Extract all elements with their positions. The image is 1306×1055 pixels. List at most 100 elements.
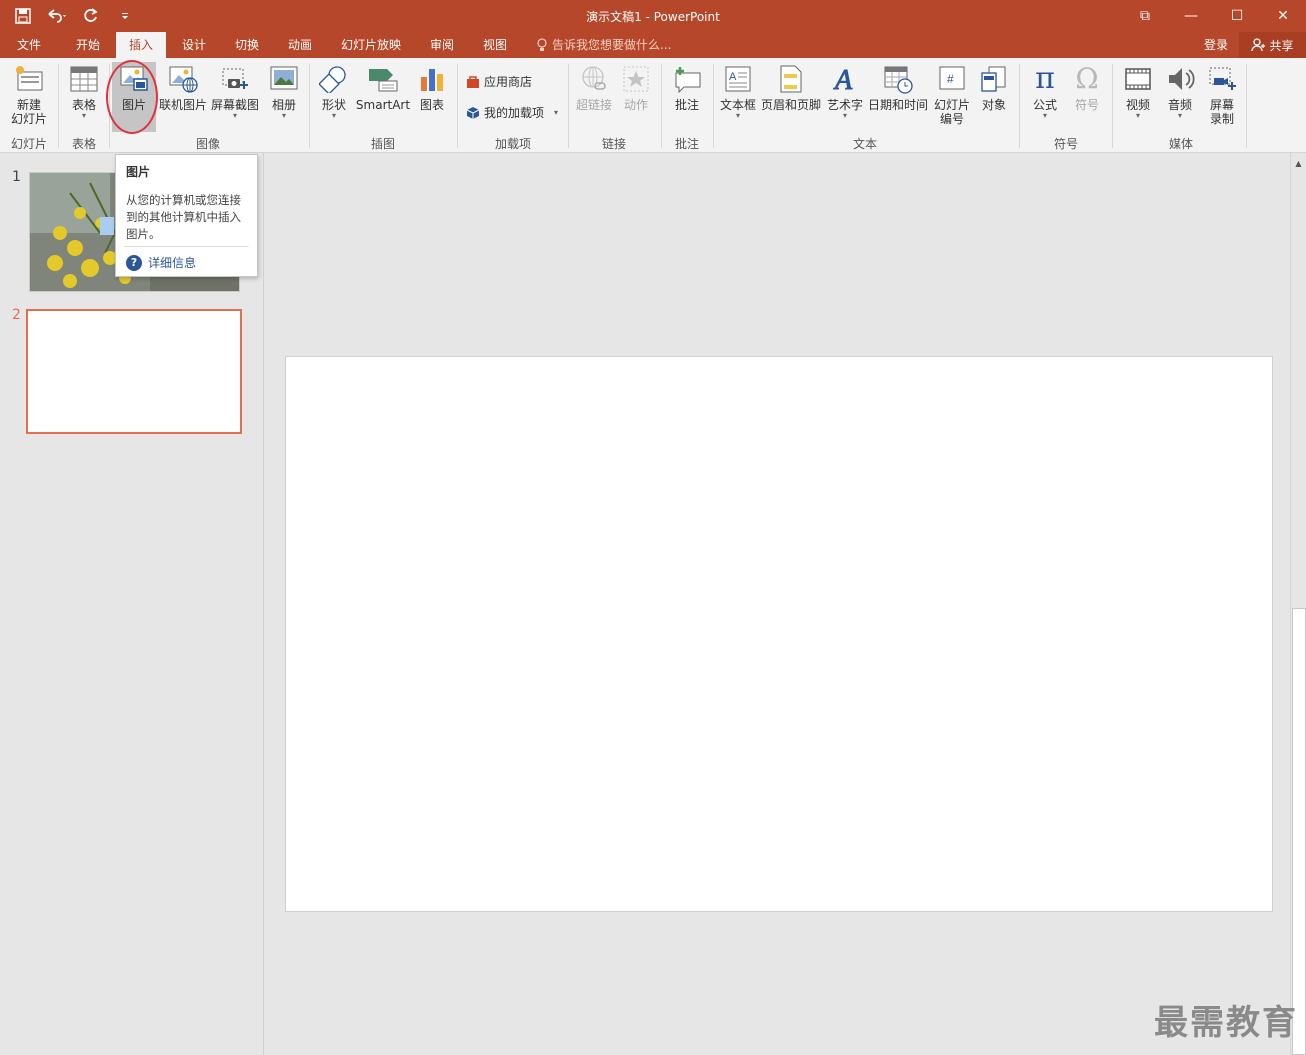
slide-thumbnail-2[interactable] (26, 309, 242, 434)
group-label-images: 图像 (195, 137, 220, 151)
action-button[interactable]: 动作 (616, 62, 656, 112)
tooltip-title: 图片 (126, 165, 151, 179)
symbol-label: 符号 (1074, 98, 1099, 112)
object-button[interactable]: 对象 (974, 62, 1014, 112)
smartart-button[interactable]: SmartArt (354, 62, 412, 112)
scrollbar-thumb[interactable] (1292, 608, 1306, 1055)
tooltip-more-info-link[interactable]: ? 详细信息 (126, 254, 196, 271)
redo-icon (84, 8, 98, 22)
new-slide-button[interactable]: 新建 幻灯片 (4, 62, 54, 126)
help-icon: ? (126, 254, 142, 271)
svg-text:A: A (729, 71, 737, 83)
sign-in-link[interactable]: 登录 (1204, 32, 1228, 58)
table-dropdown-icon: ▾ (81, 111, 86, 120)
group-label-symbols: 符号 (1053, 137, 1078, 151)
ribbon-display-options-button[interactable]: ⧉ (1122, 0, 1168, 32)
addins-icon (466, 106, 480, 119)
new-slide-icon (16, 66, 43, 91)
maximize-button[interactable]: ☐ (1214, 0, 1260, 32)
tab-animations[interactable]: 动画 (274, 32, 326, 58)
tab-transitions[interactable]: 切换 (222, 32, 272, 58)
table-icon (70, 66, 98, 92)
shapes-button[interactable]: 形状 ▾ (314, 62, 354, 120)
customize-qat-button[interactable] (112, 4, 138, 28)
screenshot-button[interactable]: 屏幕截图 ▾ (208, 62, 262, 120)
slide-number-1: 1 (12, 169, 21, 185)
slide-number-label: 幻灯片 编号 (933, 98, 970, 126)
comment-button[interactable]: 批注 (666, 62, 708, 112)
store-label: 应用商店 (484, 75, 533, 89)
slide-thumbnails-panel: 1 2 (0, 153, 264, 1055)
object-icon (981, 66, 1006, 92)
header-footer-button[interactable]: 页眉和页脚 (760, 62, 822, 112)
tab-insert[interactable]: 插入 (116, 32, 166, 58)
online-pictures-button[interactable]: 联机图片 (158, 62, 208, 112)
shapes-label: 形状 (321, 98, 346, 112)
wordart-button[interactable]: A 艺术字 ▾ (824, 62, 866, 120)
share-button[interactable]: 共享 (1239, 32, 1306, 58)
group-label-text: 文本 (852, 137, 877, 151)
action-star-icon (623, 66, 649, 92)
wordart-dropdown-icon: ▾ (842, 111, 847, 120)
screenshot-icon (222, 68, 248, 89)
ribbon-insert: 新建 幻灯片 幻灯片 表格 ▾ 表格 图片 联机图片 屏幕截图 ▾ 相册 ▾ 图… (0, 58, 1306, 212)
hyperlink-button[interactable]: 超链接 (572, 62, 616, 112)
store-button[interactable]: 应用商店 (466, 73, 532, 90)
textbox-icon: A (725, 66, 751, 92)
pictures-tooltip: 图片 从您的计算机或您连接到的其他计算机中插入图片。 ? 详细信息 (115, 154, 258, 277)
calendar-clock-icon (884, 66, 913, 94)
table-button[interactable]: 表格 ▾ (64, 62, 104, 120)
group-label-links: 链接 (601, 137, 626, 151)
equation-dropdown-icon: ▾ (1042, 111, 1047, 120)
tab-slideshow[interactable]: 幻灯片放映 (330, 32, 412, 58)
video-label: 视频 (1125, 98, 1150, 112)
equation-button[interactable]: π 公式 ▾ (1024, 62, 1066, 120)
share-label: 共享 (1269, 38, 1294, 53)
my-addins-button[interactable]: 我的加载项 ▾ (466, 104, 558, 121)
tab-file[interactable]: 文件 (4, 32, 54, 58)
header-footer-icon (780, 65, 802, 93)
window-title: 演示文稿1 - PowerPoint (586, 10, 720, 24)
slide-editing-area (265, 153, 1290, 1055)
slide-number-button[interactable]: # 幻灯片 编号 (930, 62, 974, 126)
minimize-button[interactable]: — (1168, 0, 1214, 32)
close-button[interactable]: ✕ (1260, 0, 1306, 32)
textbox-button[interactable]: A 文本框 ▾ (716, 62, 760, 120)
undo-button[interactable] (44, 4, 70, 28)
chart-label: 图表 (419, 98, 444, 112)
hyperlink-label: 超链接 (575, 98, 612, 112)
group-label-slides: 幻灯片 (10, 137, 47, 151)
slide-number-icon: # (939, 66, 965, 90)
chart-button[interactable]: 图表 (412, 62, 452, 112)
equation-label: 公式 (1032, 98, 1057, 112)
comment-label: 批注 (674, 98, 699, 112)
save-button[interactable] (10, 4, 36, 28)
tell-me-box[interactable]: 告诉我您想要做什么... (536, 32, 671, 58)
quick-access-toolbar (10, 4, 138, 28)
tab-design[interactable]: 设计 (168, 32, 220, 58)
photo-album-button[interactable]: 相册 ▾ (264, 62, 304, 120)
slide-canvas[interactable] (285, 356, 1273, 912)
film-icon (1125, 68, 1151, 90)
audio-button[interactable]: 音频 ▾ (1160, 62, 1200, 120)
scroll-up-icon[interactable]: ▲ (1291, 157, 1306, 171)
tab-view[interactable]: 视图 (470, 32, 520, 58)
my-addins-dropdown-icon: ▾ (554, 107, 559, 117)
tab-home[interactable]: 开始 (62, 32, 114, 58)
vertical-scrollbar[interactable]: ▲ (1290, 153, 1306, 1055)
redo-button[interactable] (78, 4, 104, 28)
date-time-button[interactable]: 日期和时间 (866, 62, 930, 112)
screen-recording-button[interactable]: 屏幕 录制 (1200, 62, 1244, 126)
video-button[interactable]: 视频 ▾ (1118, 62, 1158, 120)
undo-icon (48, 9, 66, 23)
watermark: 最需教育 (1154, 1003, 1298, 1043)
group-label-tables: 表格 (71, 137, 96, 151)
tab-review[interactable]: 审阅 (416, 32, 468, 58)
textbox-dropdown-icon: ▾ (735, 111, 740, 120)
date-time-label: 日期和时间 (867, 98, 928, 112)
photo-album-icon (270, 66, 298, 90)
group-label-illustrations: 插图 (370, 137, 395, 151)
slide-number-2: 2 (12, 307, 21, 323)
textbox-label: 文本框 (719, 98, 756, 112)
symbol-button[interactable]: Ω 符号 (1066, 62, 1108, 113)
